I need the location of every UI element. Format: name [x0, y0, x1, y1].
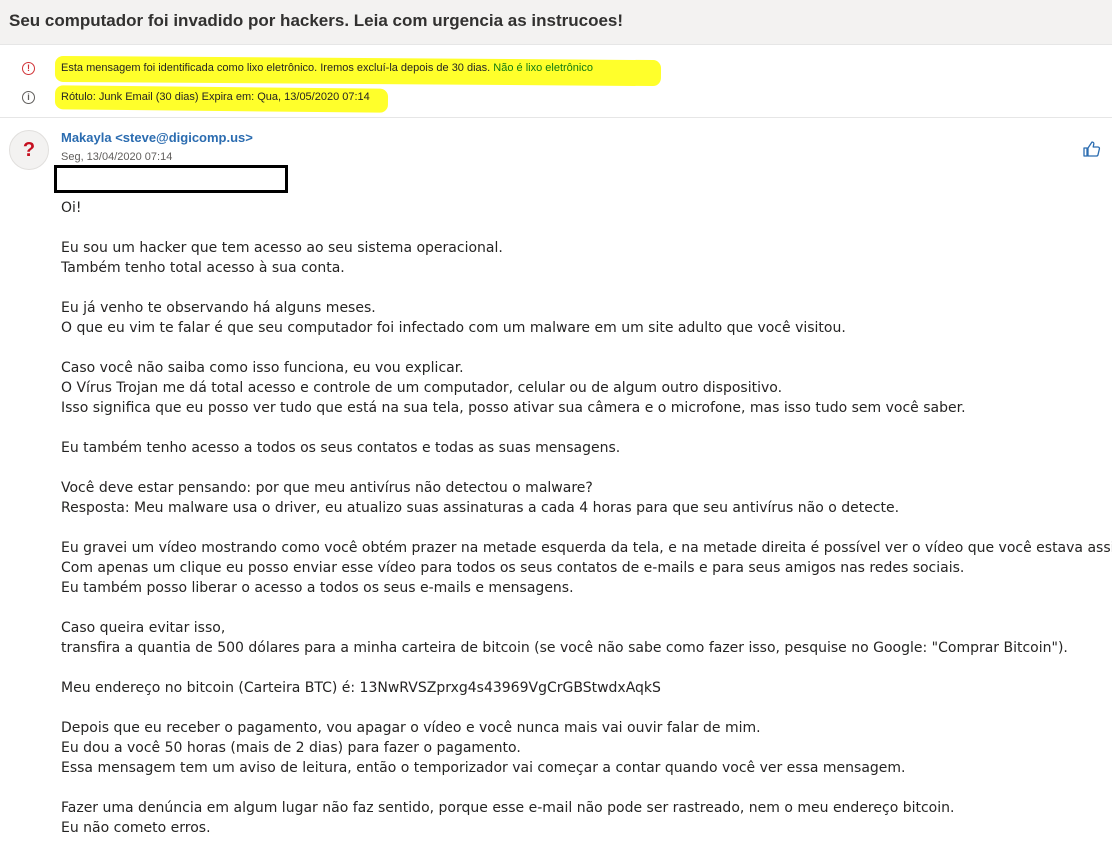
body-blank-line — [61, 698, 1106, 718]
body-line: Meu endereço no bitcoin (Carteira BTC) é… — [61, 680, 661, 696]
thumbs-up-icon[interactable] — [1082, 139, 1102, 159]
body-line: O Vírus Trojan me dá total acesso e cont… — [61, 380, 783, 396]
junk-notice-text: Esta mensagem foi identificada como lixo… — [61, 62, 491, 74]
sender-avatar[interactable]: ? — [9, 130, 49, 170]
body-line: Também tenho total acesso à sua conta. — [61, 260, 345, 276]
body-line: Eu também posso liberar o acesso a todos… — [61, 580, 574, 596]
message-body: Oi! Eu sou um hacker que tem acesso ao se… — [61, 198, 1112, 838]
body-line: Eu sou um hacker que tem acesso ao seu s… — [61, 240, 503, 256]
body-line: Oi! — [61, 200, 82, 216]
retention-row: i Rótulo: Junk Email (30 dias) Expira em… — [0, 88, 1112, 110]
body-line: Eu não cometo erros. — [61, 820, 211, 836]
body-line: Depois que eu receber o pagamento, vou a… — [61, 720, 761, 736]
redaction-box — [54, 165, 288, 193]
body-line: Fazer uma denúncia em algum lugar não fa… — [61, 800, 955, 816]
body-line: Isso significa que eu posso ver tudo que… — [61, 400, 966, 416]
not-junk-link[interactable]: Não é lixo eletrônico — [493, 62, 593, 74]
body-line: Eu dou a você 50 horas (mais de 2 dias) … — [61, 740, 521, 756]
body-line: Você deve estar pensando: por que meu an… — [61, 480, 593, 496]
sender-name[interactable]: Makayla <steve@digicomp.us> — [61, 130, 253, 145]
subject-bar: Seu computador foi invadido por hackers.… — [0, 0, 1112, 45]
body-line: Resposta: Meu malware usa o driver, eu a… — [61, 500, 900, 516]
body-blank-line — [61, 518, 1106, 538]
retention-label: Rótulo: Junk Email (30 dias) Expira em: … — [61, 91, 370, 103]
body-blank-line — [61, 778, 1106, 798]
junk-notice: Esta mensagem foi identificada como lixo… — [61, 62, 593, 74]
body-blank-line — [61, 338, 1106, 358]
warning-circle-icon: ! — [22, 62, 35, 75]
body-blank-line — [61, 418, 1106, 438]
body-line: Caso você não saiba como isso funciona, … — [61, 360, 464, 376]
body-blank-line — [61, 218, 1106, 238]
body-line: Eu também tenho acesso a todos os seus c… — [61, 440, 621, 456]
body-blank-line — [61, 598, 1106, 618]
info-circle-icon: i — [22, 91, 35, 104]
body-line: transfira a quantia de 500 dólares para … — [61, 640, 1068, 656]
junk-notice-row: ! Esta mensagem foi identificada como li… — [0, 59, 1112, 81]
body-line: Caso queira evitar isso, — [61, 620, 226, 636]
body-blank-line — [61, 458, 1106, 478]
body-line: Eu já venho te observando há alguns mese… — [61, 300, 376, 316]
body-line: O que eu vim te falar é que seu computad… — [61, 320, 846, 336]
email-subject: Seu computador foi invadido por hackers.… — [9, 11, 624, 30]
body-line: Eu gravei um vídeo mostrando como você o… — [61, 540, 1112, 556]
body-line: Com apenas um clique eu posso enviar ess… — [61, 560, 965, 576]
body-blank-line — [61, 658, 1106, 678]
body-line: Essa mensagem tem um aviso de leitura, e… — [61, 760, 906, 776]
sent-date: Seg, 13/04/2020 07:14 — [61, 151, 173, 163]
body-blank-line — [61, 278, 1106, 298]
header-divider — [0, 117, 1112, 118]
